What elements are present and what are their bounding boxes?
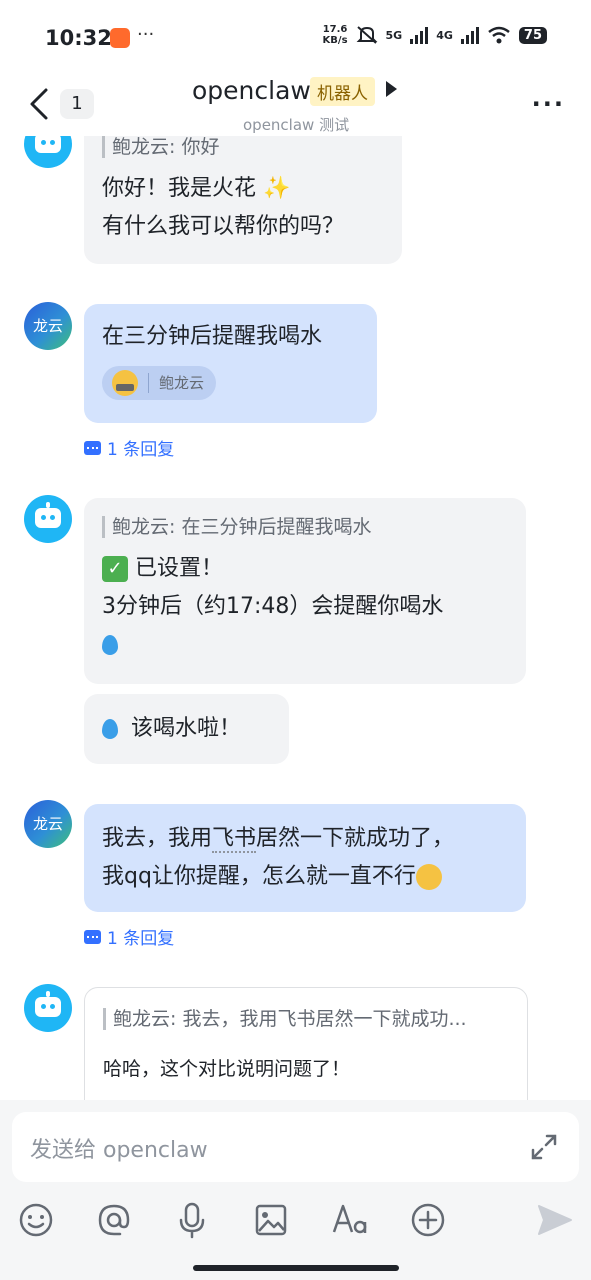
check-mark-emoji-icon: ✓	[102, 556, 128, 582]
status-bar: 10:32 ··· 17.6 KB/s 5G 4G 75	[0, 0, 591, 72]
signal-icon-1	[410, 26, 429, 44]
robot-avatar-icon[interactable]	[24, 136, 72, 168]
text-format-button[interactable]	[330, 1198, 370, 1242]
signal-icon-2	[460, 26, 479, 44]
image-button[interactable]	[251, 1198, 291, 1242]
chevron-right-icon[interactable]	[386, 81, 397, 97]
message-text: 有什么我可以帮你的吗？	[102, 214, 345, 239]
mute-icon	[356, 26, 377, 44]
input-placeholder: 发送给 openclaw	[30, 1138, 208, 1163]
app-notification-icon	[110, 28, 130, 48]
sim1-type: 5G	[385, 28, 403, 42]
microphone-icon	[179, 1202, 205, 1239]
home-indicator[interactable]	[193, 1265, 399, 1271]
user-message[interactable]: 在三分钟后提醒我喝水 鲍龙云	[84, 304, 377, 423]
add-icon	[411, 1203, 445, 1237]
battery-indicator: 75	[518, 26, 547, 44]
sparkles-emoji-icon: ✨	[263, 176, 291, 201]
composer-toolbar	[0, 1198, 591, 1244]
expand-icon[interactable]	[529, 1132, 559, 1162]
robot-avatar-icon[interactable]	[24, 495, 72, 543]
message-text: 你好！我是火花 ✨	[102, 176, 291, 201]
emoji-icon	[19, 1203, 53, 1237]
message-text: 在三分钟后提醒我喝水	[102, 324, 323, 349]
bot-card-message[interactable]: 鲍龙云: 我去，我用飞书居然一下就成功... 哈哈，这个对比说明问题了！	[84, 987, 528, 1100]
message-text: 我qq让你提醒，怎么就一直不行	[102, 858, 508, 896]
bot-tag: 机器人	[310, 77, 375, 106]
send-icon	[538, 1205, 572, 1235]
reaction-emoji-icon	[112, 370, 138, 396]
status-time: 10:32	[45, 26, 112, 50]
more-button[interactable]: ···	[532, 90, 565, 118]
user-avatar[interactable]: 龙云	[24, 302, 72, 350]
bot-message[interactable]: 鲍龙云: 你好 你好！我是火花 ✨ 有什么我可以帮你的吗？	[84, 136, 402, 264]
voice-button[interactable]	[172, 1198, 212, 1242]
chat-header: 1 openclaw 机器人 openclaw 测试 ···	[0, 72, 591, 136]
back-icon	[30, 88, 48, 120]
message-text: 该喝水啦！	[131, 716, 242, 741]
bot-message[interactable]: 鲍龙云: 在三分钟后提醒我喝水 ✓ 已设置！ 3分钟后（约17:48）会提醒你喝…	[84, 498, 526, 684]
wifi-icon	[488, 26, 510, 44]
chat-subtitle: openclaw 测试	[243, 116, 350, 134]
composer: 发送给 openclaw	[0, 1100, 591, 1280]
send-button[interactable]	[535, 1198, 575, 1242]
quoted-message[interactable]: 鲍龙云: 在三分钟后提醒我喝水	[102, 516, 508, 538]
image-icon	[255, 1204, 287, 1236]
emoji-button[interactable]	[16, 1198, 56, 1242]
user-avatar[interactable]: 龙云	[24, 800, 72, 848]
mention-icon	[98, 1204, 130, 1236]
message-input[interactable]: 发送给 openclaw	[12, 1112, 579, 1182]
network-speed: 17.6 KB/s	[322, 24, 348, 46]
quoted-message[interactable]: 鲍龙云: 我去，我用飞书居然一下就成功...	[103, 1008, 509, 1030]
user-message[interactable]: 我去，我用飞书居然一下就成功了， 我qq让你提醒，怎么就一直不行	[84, 804, 526, 912]
robot-avatar-icon[interactable]	[24, 984, 72, 1032]
bot-message[interactable]: 该喝水啦！	[84, 694, 289, 764]
message-text: ✓ 已设置！	[102, 550, 508, 588]
message-text: 哈哈，这个对比说明问题了！	[103, 1058, 351, 1080]
text-format-icon	[332, 1204, 367, 1234]
thread-reply-link[interactable]: 1 条回复	[84, 435, 174, 460]
laughing-emoji-icon	[415, 864, 442, 890]
reaction-chip[interactable]: 鲍龙云	[102, 366, 217, 400]
reply-thread-icon	[84, 929, 101, 944]
chat-title[interactable]: openclaw	[192, 76, 311, 105]
water-drop-emoji-icon	[102, 719, 118, 739]
unread-count-badge[interactable]: 1	[60, 89, 94, 119]
back-button[interactable]	[26, 86, 56, 122]
status-more-icon: ···	[137, 24, 155, 45]
add-button[interactable]	[408, 1198, 448, 1242]
thread-reply-link[interactable]: 1 条回复	[84, 924, 174, 949]
message-list[interactable]: 鲍龙云: 你好 你好！我是火花 ✨ 有什么我可以帮你的吗？ 龙云 在三分钟后提醒…	[0, 136, 591, 1100]
glossary-link[interactable]: 飞书	[212, 826, 257, 853]
reply-thread-icon	[84, 440, 101, 455]
quoted-message[interactable]: 鲍龙云: 你好	[102, 136, 384, 158]
water-drop-emoji-icon	[102, 626, 508, 664]
message-text: 我去，我用飞书居然一下就成功了，	[102, 826, 455, 853]
status-indicators: 17.6 KB/s 5G 4G 75	[323, 24, 547, 46]
mention-button[interactable]	[94, 1198, 134, 1242]
reaction-user: 鲍龙云	[159, 374, 205, 392]
sim2-type: 4G	[436, 28, 453, 42]
message-text: 3分钟后（约17:48）会提醒你喝水	[102, 594, 444, 619]
